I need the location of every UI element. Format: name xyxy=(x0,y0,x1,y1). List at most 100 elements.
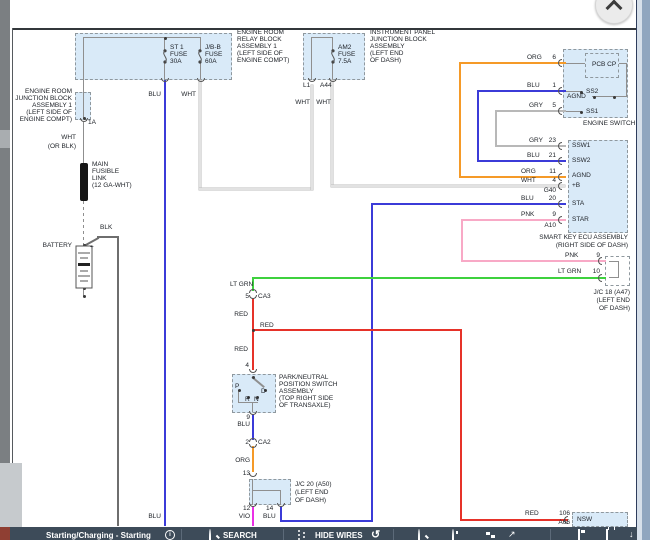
diagram-label: J/C 20 (A50) xyxy=(295,481,332,488)
connector-pin xyxy=(197,78,205,82)
diagram-label: 11 xyxy=(549,168,556,175)
wire-pnk xyxy=(461,219,463,262)
wire-wht xyxy=(199,80,201,190)
wire-wht xyxy=(331,80,333,186)
diagram-label: BLU xyxy=(527,82,540,89)
wire-wht xyxy=(199,188,313,190)
connector-pin xyxy=(249,369,257,373)
diagram-label: SSW1 xyxy=(572,142,590,149)
wire-dots-icon[interactable] xyxy=(298,530,300,532)
diagram-label: (OR BLK) xyxy=(48,143,76,150)
wire-wht xyxy=(311,85,313,190)
info-icon[interactable]: i xyxy=(165,530,175,540)
diagram-label: SSW2 xyxy=(572,157,590,164)
wire-int xyxy=(609,277,619,278)
diagram-label: FUSE xyxy=(338,51,355,58)
diagram-label: INSTRUMENT PANEL xyxy=(370,29,435,36)
connector-pin xyxy=(558,157,562,165)
history-icon[interactable] xyxy=(452,529,454,540)
wiring-diagram-canvas: ENGINE ROOMJUNCTION BLOCKASSEMBLY 1(LEFT… xyxy=(0,0,650,540)
connector-pin xyxy=(277,503,285,507)
diagram-label: BLU xyxy=(527,152,540,159)
diagram-label: P xyxy=(235,383,239,390)
diagram-label: ORG xyxy=(527,54,542,61)
fuse-icon xyxy=(195,49,205,64)
diagram-label: PARK/NEUTRAL xyxy=(279,374,328,381)
hide-wires-button[interactable]: HIDE WIRES xyxy=(315,531,363,540)
print-icon[interactable] xyxy=(606,529,608,540)
connector-pin xyxy=(249,289,257,293)
diagram-label: + xyxy=(90,244,94,251)
diagram-label: OF TRANSAXLE) xyxy=(279,402,331,409)
wire-org xyxy=(252,446,254,472)
diagram-label: 23 xyxy=(549,137,556,144)
wire-int xyxy=(311,37,312,80)
diagram-label: OF DASH) xyxy=(370,57,401,64)
chevron-up-icon xyxy=(606,0,623,16)
diagram-label: 60A xyxy=(205,58,217,65)
diagram-label: BLU xyxy=(521,195,534,202)
diagram-label: 9 xyxy=(552,211,556,218)
wire-int xyxy=(626,63,627,97)
wire-int xyxy=(566,111,581,112)
diagram-label: J/B-B xyxy=(205,44,221,51)
wire-int xyxy=(566,63,585,64)
diagram-label: (LEFT SIDE OF xyxy=(26,109,72,116)
diagram-label: LINK xyxy=(92,175,106,182)
connector-pin xyxy=(249,473,257,477)
wire-vio xyxy=(252,506,254,526)
diagram-label: 5 xyxy=(552,102,556,109)
wire-blu xyxy=(252,414,254,440)
save-icon[interactable] xyxy=(578,529,580,540)
download-icon[interactable] xyxy=(629,530,634,539)
wire-int xyxy=(83,201,84,245)
zoom-icon[interactable] xyxy=(418,529,420,540)
undo-icon[interactable] xyxy=(371,530,380,540)
diagram-label: G40 xyxy=(544,187,556,194)
connector-pin xyxy=(558,173,562,181)
diagram-label: 1 xyxy=(552,82,556,89)
diagram-label: NSW xyxy=(577,516,592,523)
diagram-label: PCB CP xyxy=(592,61,616,68)
diagram-label: 106 xyxy=(559,510,570,517)
right-edge-line xyxy=(636,0,637,540)
junction-dot xyxy=(83,295,86,298)
diagram-label: 13 xyxy=(243,470,250,477)
diagram-label: ORG xyxy=(521,168,536,175)
diagram-label: FUSIBLE xyxy=(92,168,119,175)
diagram-label: 14 xyxy=(266,505,273,512)
connector-pin xyxy=(249,438,257,442)
diagram-label: RED xyxy=(525,510,539,517)
diagram-label: CA3 xyxy=(258,293,271,300)
left-bottom-red-block xyxy=(0,527,10,540)
share-icon[interactable] xyxy=(508,530,516,539)
diagram-label: (LEFT END xyxy=(295,489,328,496)
right-scrollbar-thumb[interactable] xyxy=(642,0,650,540)
wire-blu xyxy=(477,90,479,162)
diagram-label: JUNCTION BLOCK xyxy=(15,95,72,102)
diagram-label: 7.5A xyxy=(338,58,351,65)
diagram-label: 30A xyxy=(170,58,182,65)
connector-pin xyxy=(598,274,602,282)
diagram-label: (RIGHT SIDE OF DASH) xyxy=(556,242,628,249)
diagram-label: 4 xyxy=(552,177,556,184)
diagram-label: FUSE xyxy=(205,51,222,58)
search-icon[interactable] xyxy=(209,529,211,540)
junction-dot xyxy=(252,329,255,332)
left-edge-strip xyxy=(0,0,10,540)
page-frame-left xyxy=(12,28,13,527)
diagram-label: ENGINE COMPT) xyxy=(20,116,72,123)
diagram-label: OF DASH) xyxy=(295,497,326,504)
wire-pnk xyxy=(461,219,566,221)
diagram-label: AGND xyxy=(567,93,586,100)
wire-blk xyxy=(97,236,119,238)
diagram-label: A66 xyxy=(558,519,570,526)
diagram-label: ASSEMBLY 1 xyxy=(237,43,277,50)
diagram-label: 10 xyxy=(593,268,600,275)
search-button[interactable]: SEARCH xyxy=(223,531,257,540)
diagram-label: BLU xyxy=(148,513,161,520)
main-fusible-link xyxy=(80,163,88,201)
diagram-label: 4 xyxy=(245,362,249,369)
wire-int xyxy=(618,261,619,278)
wire-blu xyxy=(164,80,166,526)
